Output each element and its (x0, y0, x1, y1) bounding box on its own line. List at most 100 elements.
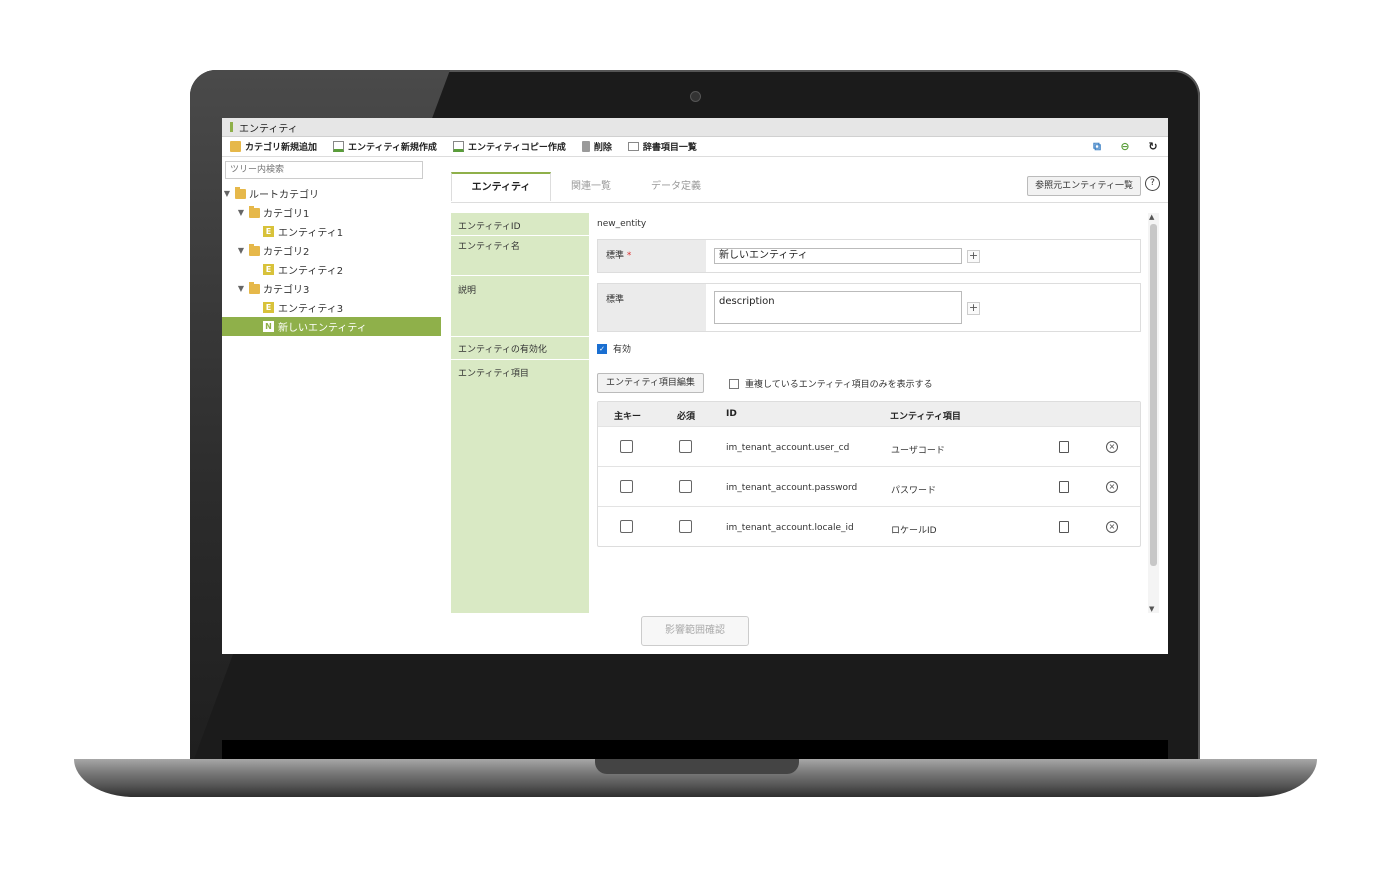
primary-key-checkbox[interactable] (620, 520, 633, 533)
entity-add-icon (333, 141, 345, 152)
required-checkbox[interactable] (679, 520, 692, 533)
laptop-notch (595, 759, 799, 774)
new-entity-icon: N (263, 321, 274, 332)
new-entity-label: エンティティ新規作成 (348, 143, 437, 153)
edit-entity-fields-button[interactable]: エンティティ項目編集 (597, 373, 704, 393)
tree-item-category1[interactable]: ▼ カテゴリ1 (222, 203, 442, 222)
tree-search-input[interactable] (225, 161, 423, 179)
diagram-icon[interactable]: ⧉ (1090, 140, 1104, 154)
remove-icon[interactable]: × (1106, 441, 1118, 453)
new-entity-button[interactable]: エンティティ新規作成 (333, 140, 437, 153)
entity-icon: E (263, 302, 274, 313)
tree-item-label: カテゴリ1 (263, 209, 310, 220)
expand-icon[interactable]: ▼ (236, 246, 246, 255)
field-name: パスワード (891, 486, 937, 496)
field-name: ロケールID (891, 526, 937, 536)
document-icon[interactable] (1059, 521, 1069, 533)
ref-entity-list-button[interactable]: 参照元エンティティ一覧 (1027, 176, 1141, 196)
toolbar-right: ⧉ ⊖ ↻ (1090, 140, 1160, 154)
entity-id-label: エンティティID (458, 222, 521, 232)
tree-item-entity1[interactable]: E エンティティ1 (222, 222, 442, 241)
primary-key-checkbox[interactable] (620, 480, 633, 493)
document-icon[interactable] (1059, 481, 1069, 493)
expand-icon[interactable]: ▼ (236, 208, 246, 217)
expand-icon[interactable]: ▼ (222, 189, 232, 198)
window-titlebar: エンティティ (222, 118, 1168, 137)
description-label: 説明 (458, 286, 477, 296)
column-id: ID (726, 409, 737, 419)
add-category-button[interactable]: カテゴリ新規追加 (230, 140, 317, 153)
description-textarea[interactable]: description (714, 291, 962, 324)
sub-label-text: 標準 (606, 251, 625, 261)
divider (451, 359, 589, 360)
label-column (451, 213, 589, 613)
tree-item-category3[interactable]: ▼ カテゴリ3 (222, 279, 442, 298)
add-language-button[interactable]: + (967, 302, 980, 315)
dictionary-list-button[interactable]: 辞書項目一覧 (627, 140, 697, 153)
enabled-field: ✓ 有効 (597, 342, 631, 355)
folder-icon (249, 205, 260, 218)
scroll-down-icon[interactable]: ▼ (1149, 605, 1154, 613)
tree-item-entity2[interactable]: E エンティティ2 (222, 260, 442, 279)
delete-button[interactable]: 削除 (581, 140, 612, 153)
divider (451, 336, 589, 337)
scroll-thumb[interactable] (1150, 224, 1157, 566)
duplicate-only-checkbox[interactable] (729, 378, 739, 389)
tree-item-label: カテゴリ2 (263, 247, 310, 258)
primary-key-checkbox[interactable] (620, 440, 633, 453)
window-title: エンティティ (239, 123, 298, 135)
tree-item-category2[interactable]: ▼ カテゴリ2 (222, 241, 442, 260)
list-icon (627, 142, 639, 151)
remove-icon[interactable]: × (1106, 521, 1118, 533)
tree-item-label: 新しいエンティティ (278, 323, 367, 334)
tree-item-entity3[interactable]: E エンティティ3 (222, 298, 442, 317)
document-icon[interactable] (1059, 441, 1069, 453)
folder-icon (249, 243, 260, 256)
duplicate-only-label: 重複しているエンティティ項目のみを表示する (745, 380, 933, 390)
column-primary-key: 主キー (614, 412, 642, 422)
field-id: im_tenant_account.user_cd (726, 443, 850, 453)
tree-panel: ▼ ルートカテゴリ ▼ カテゴリ1 E エンティティ1 ▼ カテゴリ2 E エン… (222, 156, 442, 654)
help-icon[interactable]: ? (1145, 176, 1160, 191)
tree-item-new-entity[interactable]: N 新しいエンティティ (222, 317, 441, 336)
remove-icon[interactable]: × (1106, 481, 1118, 493)
entity-copy-icon (452, 141, 464, 152)
table-row: im_tenant_account.locale_id ロケールID × (598, 506, 1140, 546)
enabled-checkbox[interactable]: ✓ (597, 343, 607, 354)
tab-data-definition[interactable]: データ定義 (651, 173, 701, 200)
tab-entity[interactable]: エンティティ (451, 172, 551, 201)
copy-entity-button[interactable]: エンティティコピー作成 (452, 140, 566, 153)
refresh-icon[interactable]: ↻ (1146, 140, 1160, 154)
back-icon[interactable]: ⊖ (1118, 140, 1132, 154)
required-checkbox[interactable] (679, 480, 692, 493)
entity-name-input[interactable] (714, 248, 962, 264)
laptop-bezel-bottom (222, 740, 1168, 759)
entity-fields-label: エンティティ項目 (458, 369, 529, 379)
tree-item-label: エンティティ2 (278, 266, 344, 277)
main-panel: エンティティ 関連一覧 データ定義 参照元エンティティ一覧 ? エンティティID… (451, 156, 1168, 654)
entity-icon: E (263, 264, 274, 275)
dictionary-list-label: 辞書項目一覧 (642, 143, 697, 153)
add-language-button[interactable]: + (967, 250, 980, 263)
entity-name-label: エンティティ名 (458, 242, 520, 252)
toolbar: カテゴリ新規追加 エンティティ新規作成 エンティティコピー作成 削除 辞書項目一… (222, 137, 1168, 157)
entity-icon: E (263, 226, 274, 237)
entity-name-box: 標準 * + (597, 239, 1141, 273)
tree-root-label: ルートカテゴリ (249, 190, 319, 201)
required-checkbox[interactable] (679, 440, 692, 453)
enabled-label: エンティティの有効化 (458, 345, 547, 355)
tree-root[interactable]: ▼ ルートカテゴリ (222, 184, 442, 203)
entity-id-value: new_entity (597, 219, 647, 229)
add-category-label: カテゴリ新規追加 (245, 143, 318, 153)
tab-relations[interactable]: 関連一覧 (571, 173, 611, 200)
entity-fields-table: 主キー 必須 ID エンティティ項目 im_tenant_account.use… (597, 401, 1141, 547)
expand-icon[interactable]: ▼ (236, 284, 246, 293)
tab-bar: エンティティ 関連一覧 データ定義 参照元エンティティ一覧 ? (451, 156, 1168, 203)
tree-item-label: カテゴリ3 (263, 285, 310, 296)
tree-item-label: エンティティ1 (278, 228, 344, 239)
column-required: 必須 (677, 412, 696, 422)
column-entity-field: エンティティ項目 (890, 412, 961, 422)
impact-check-button[interactable]: 影響範囲確認 (641, 616, 749, 646)
scroll-up-icon[interactable]: ▲ (1149, 213, 1154, 221)
vertical-scrollbar[interactable]: ▲ ▼ (1148, 213, 1159, 613)
